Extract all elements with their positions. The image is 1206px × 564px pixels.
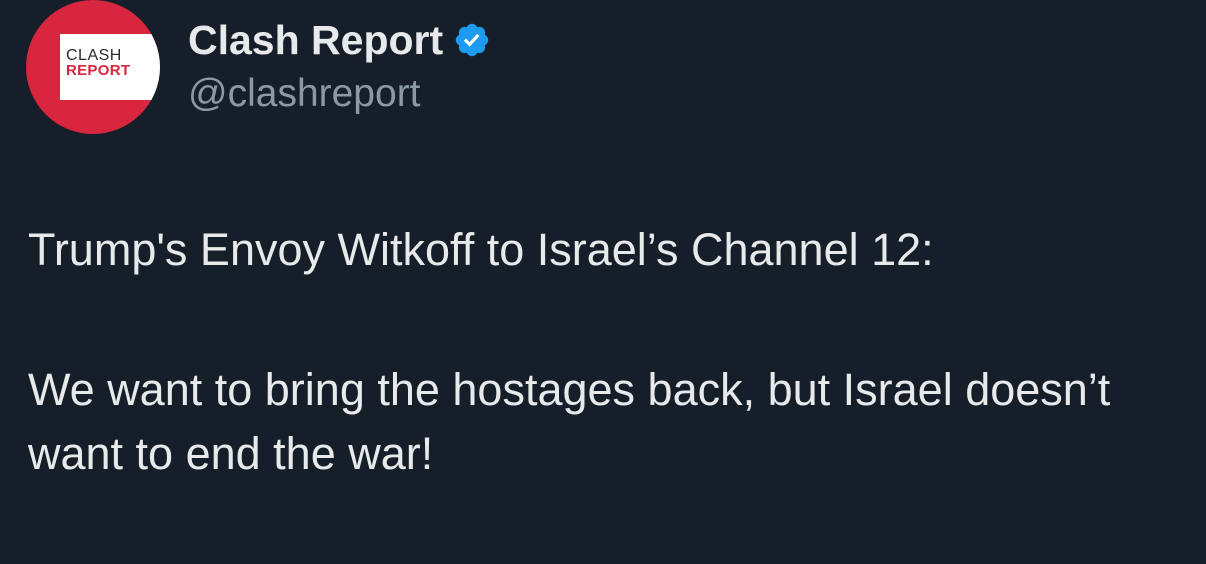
avatar[interactable]: CLASH REPORT bbox=[26, 0, 160, 134]
clash-report-logo: CLASH REPORT bbox=[60, 34, 160, 100]
author-name-row: Clash Report bbox=[188, 14, 491, 66]
tweet-paragraph: Trump's Envoy Witkoff to Israel’s Channe… bbox=[28, 224, 934, 275]
verified-badge-icon[interactable] bbox=[453, 21, 491, 59]
author-handle[interactable]: @clashreport bbox=[188, 70, 421, 118]
author-display-name[interactable]: Clash Report bbox=[188, 14, 443, 66]
logo-line-2: REPORT bbox=[66, 62, 131, 79]
tweet-card: CLASH REPORT Clash Report @clashreport T… bbox=[0, 0, 1206, 564]
tweet-paragraph: We want to bring the hostages back, but … bbox=[28, 364, 1111, 479]
tweet-body: Trump's Envoy Witkoff to Israel’s Channe… bbox=[28, 218, 1178, 486]
